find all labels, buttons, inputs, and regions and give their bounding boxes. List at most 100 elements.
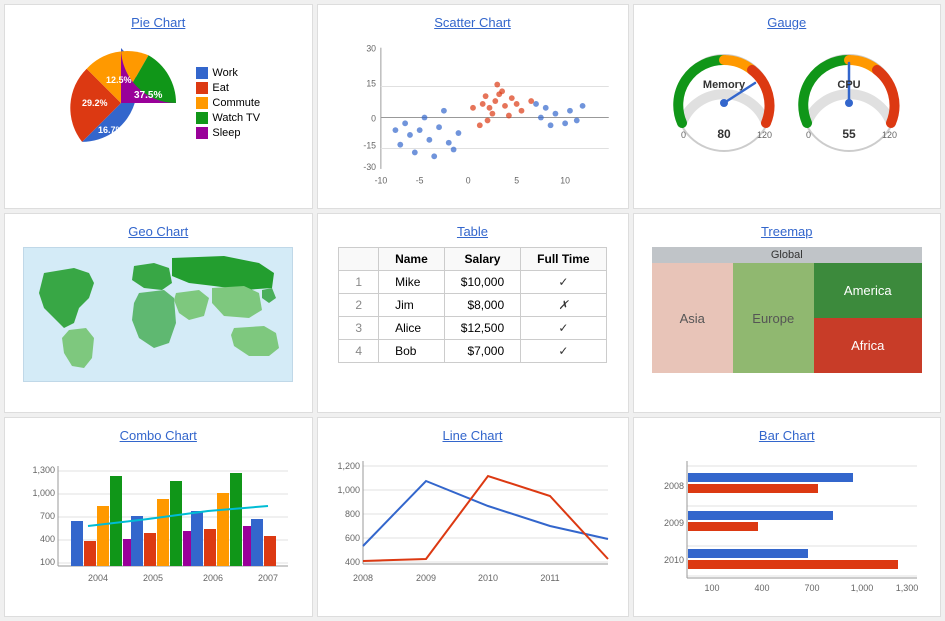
legend-work-color: [196, 67, 208, 79]
table-cell-fulltime: ✓: [521, 340, 606, 363]
legend-work: Work: [196, 67, 260, 79]
treemap-body: Asia Europe America Africa: [652, 263, 922, 373]
treemap-right: America Africa: [814, 263, 922, 373]
svg-text:2009: 2009: [664, 518, 684, 528]
svg-text:2007: 2007: [258, 573, 278, 583]
svg-text:2009: 2009: [415, 573, 435, 583]
pie-chart-container: 37.5% 16.7% 12.5% 29.2% Work Eat Commute: [56, 38, 260, 168]
svg-text:800: 800: [344, 509, 359, 519]
legend-watchtv-label: Watch TV: [212, 112, 260, 124]
scatter-chart-card: Scatter Chart 30 15 0 -15 -30 -10 -5 0 5…: [317, 4, 629, 209]
svg-text:CPU: CPU: [837, 79, 860, 91]
svg-text:1,300: 1,300: [33, 465, 56, 475]
pie-chart-svg: 37.5% 16.7% 12.5% 29.2%: [56, 38, 186, 168]
table-header-name: Name: [379, 248, 445, 271]
svg-text:2010: 2010: [664, 555, 684, 565]
svg-text:5: 5: [514, 175, 519, 185]
gauge-title[interactable]: Gauge: [767, 15, 806, 30]
legend-eat-color: [196, 82, 208, 94]
pie-label-eat: 16.7%: [98, 125, 124, 135]
svg-text:1,000: 1,000: [33, 488, 56, 498]
legend-eat: Eat: [196, 82, 260, 94]
svg-text:120: 120: [757, 130, 772, 140]
table-cell-num: 4: [339, 340, 379, 363]
table-row: 2 Jim $8,000 ✗: [339, 294, 606, 317]
treemap-container: Global Asia Europe America Africa: [652, 247, 922, 373]
svg-text:55: 55: [842, 127, 856, 141]
legend-commute: Commute: [196, 97, 260, 109]
table-cell-salary: $12,500: [444, 317, 520, 340]
svg-text:0: 0: [371, 113, 376, 123]
svg-text:2010: 2010: [477, 573, 497, 583]
line-chart-card: Line Chart 1,200 1,000 800 600 400 2008 …: [317, 417, 629, 617]
table-cell-fulltime: ✗: [521, 294, 606, 317]
svg-text:400: 400: [754, 583, 769, 593]
svg-text:120: 120: [882, 130, 897, 140]
table-cell-num: 3: [339, 317, 379, 340]
treemap-europe: Europe: [733, 263, 814, 373]
table-title[interactable]: Table: [457, 224, 488, 239]
table-cell-fulltime: ✓: [521, 317, 606, 340]
legend-watchtv: Watch TV: [196, 112, 260, 124]
gauges-container: Memory 80 0 120 CPU 55 0 120: [667, 38, 907, 153]
table-cell-num: 1: [339, 271, 379, 294]
svg-text:1,000: 1,000: [337, 485, 360, 495]
svg-text:-5: -5: [415, 175, 423, 185]
geo-map-container: [23, 247, 293, 382]
svg-text:0: 0: [806, 130, 811, 140]
line-chart-svg: 1,200 1,000 800 600 400 2008 2009 2010 2…: [328, 451, 618, 601]
legend-commute-color: [196, 97, 208, 109]
treemap-america: America: [814, 263, 922, 318]
legend-commute-label: Commute: [212, 97, 260, 109]
svg-text:2011: 2011: [540, 573, 559, 583]
svg-text:10: 10: [560, 175, 570, 185]
pie-chart-title[interactable]: Pie Chart: [131, 15, 185, 30]
svg-text:100: 100: [704, 583, 719, 593]
line-chart-title[interactable]: Line Chart: [443, 428, 503, 443]
pie-label-commute: 12.5%: [106, 75, 132, 85]
table-cell-salary: $10,000: [444, 271, 520, 294]
svg-text:30: 30: [366, 44, 376, 54]
gauge-card: Gauge Memory 80 0 120: [633, 4, 942, 209]
svg-text:80: 80: [717, 127, 731, 141]
table-cell-fulltime: ✓: [521, 271, 606, 294]
scatter-chart-title[interactable]: Scatter Chart: [434, 15, 511, 30]
treemap-global-label: Global: [652, 247, 922, 263]
bar-chart-title[interactable]: Bar Chart: [759, 428, 815, 443]
svg-text:1,200: 1,200: [337, 461, 360, 471]
pie-legend: Work Eat Commute Watch TV Sleep: [196, 67, 260, 139]
legend-watchtv-color: [196, 112, 208, 124]
table-cell-name: Jim: [379, 294, 445, 317]
svg-text:700: 700: [40, 511, 55, 521]
legend-sleep-label: Sleep: [212, 127, 240, 139]
bar-chart-svg: 2008 2009 2010 100 400 700 1,000: [652, 451, 922, 596]
pie-label-work: 37.5%: [134, 90, 162, 101]
chart-grid: Pie Chart 37.5% 16.7% 12.5% 29.2%: [0, 0, 945, 621]
bar-chart-card: Bar Chart 2008 2009 2010 100 400: [633, 417, 942, 617]
geo-chart-title[interactable]: Geo Chart: [128, 224, 188, 239]
data-table: Name Salary Full Time 1 Mike $10,000 ✓ 2…: [338, 247, 606, 363]
legend-sleep: Sleep: [196, 127, 260, 139]
pie-chart-card: Pie Chart 37.5% 16.7% 12.5% 29.2%: [4, 4, 313, 209]
svg-text:2008: 2008: [352, 573, 372, 583]
table-header-num: [339, 248, 379, 271]
svg-text:2005: 2005: [143, 573, 163, 583]
table-header-salary: Salary: [444, 248, 520, 271]
table-cell-name: Mike: [379, 271, 445, 294]
svg-text:2004: 2004: [88, 573, 108, 583]
table-row: 4 Bob $7,000 ✓: [339, 340, 606, 363]
combo-chart-card: Combo Chart 1,300 1,000 700 400 100: [4, 417, 313, 617]
scatter-chart-svg: 30 15 0 -15 -30 -10 -5 0 5 10: [328, 38, 618, 198]
svg-text:2008: 2008: [664, 481, 684, 491]
svg-text:1,000: 1,000: [850, 583, 873, 593]
table-cell-name: Bob: [379, 340, 445, 363]
table-cell-name: Alice: [379, 317, 445, 340]
geo-chart-card: Geo Chart: [4, 213, 313, 413]
legend-sleep-color: [196, 127, 208, 139]
treemap-title[interactable]: Treemap: [761, 224, 813, 239]
svg-text:-30: -30: [363, 162, 376, 172]
treemap-asia: Asia: [652, 263, 733, 373]
svg-text:Memory: Memory: [703, 79, 746, 91]
combo-chart-title[interactable]: Combo Chart: [120, 428, 197, 443]
svg-text:15: 15: [366, 78, 376, 88]
